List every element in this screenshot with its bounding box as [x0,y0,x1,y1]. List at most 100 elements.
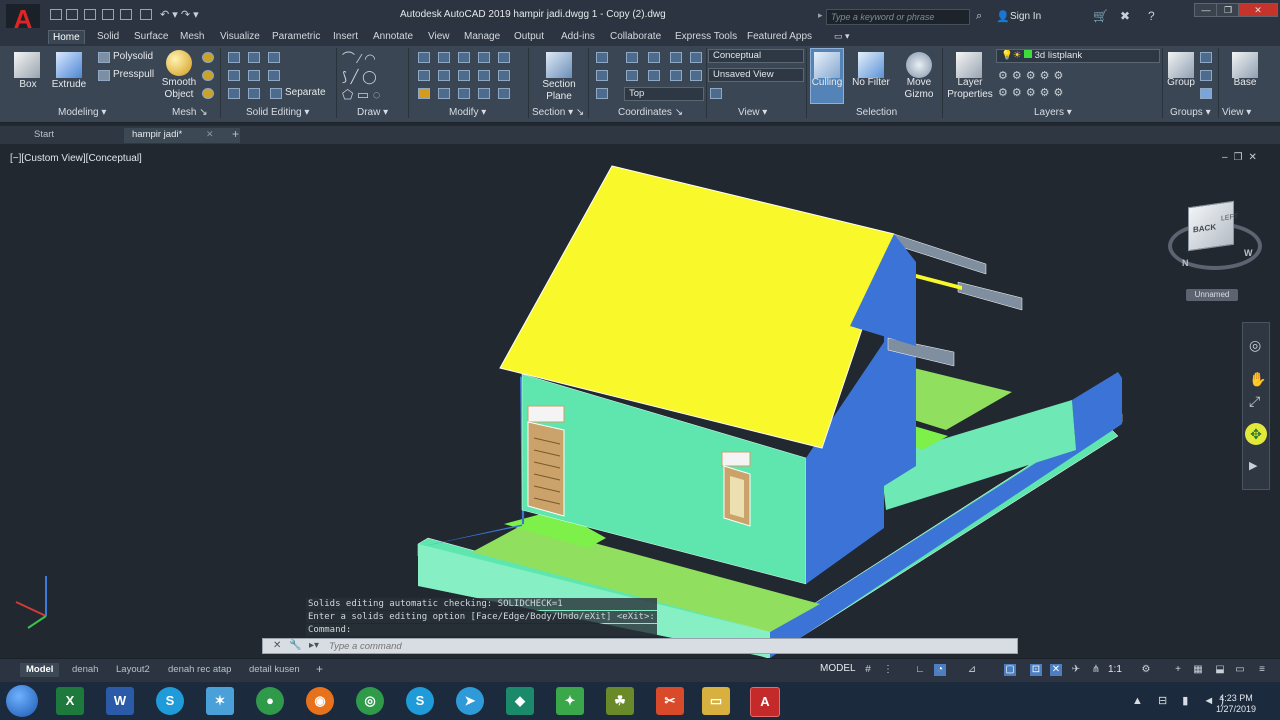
separate-button[interactable]: Separate [285,87,326,99]
customization-icon[interactable]: ≡ [1256,664,1268,676]
mirror-icon[interactable] [498,52,510,63]
scale-icon[interactable] [478,70,490,81]
maximize-button[interactable]: ❐ [1216,3,1240,17]
ucs-named-icon[interactable] [596,88,608,99]
tab-insert[interactable]: Insert [329,30,362,43]
panel-title-modify[interactable]: Modify ▾ [449,107,486,118]
word-icon[interactable]: W [106,687,134,715]
drawing-viewport[interactable]: [−][Custom View][Conceptual] –❐✕ BACK LE… [0,146,1280,658]
annotation-visibility-icon[interactable]: ✕ [1050,664,1062,676]
smooth-object-icon[interactable] [166,50,192,76]
house-3d-model[interactable] [0,146,1280,658]
move-gizmo-icon[interactable] [906,52,932,78]
tab-annotate[interactable]: Annotate [369,30,417,43]
copy-icon[interactable] [478,52,490,63]
tab-express-tools[interactable]: Express Tools [671,30,741,43]
system-clock[interactable]: 4:23 PM 1/27/2019 [1216,693,1256,715]
panel-title-draw[interactable]: Draw ▾ [357,107,388,118]
no-filter-icon[interactable] [858,52,884,78]
polysolid-icon[interactable] [98,52,110,63]
ucs-world-icon[interactable] [626,52,638,63]
auto-scale-icon[interactable]: ✈ [1070,664,1082,676]
tab-surface[interactable]: Surface [130,30,172,43]
command-input[interactable] [329,640,1009,652]
culling-icon[interactable] [814,52,840,78]
exchange-icon[interactable]: ✖ [1120,9,1130,23]
union-icon[interactable] [228,52,240,63]
app-icon[interactable]: ● [256,687,284,715]
tab-parametric[interactable]: Parametric [268,30,324,43]
layer-properties-button-label[interactable]: Layer Properties [944,77,996,101]
box-button-label[interactable]: Box [14,79,42,91]
isolate-icon[interactable]: ⬓ [1214,664,1226,676]
undo-icon[interactable]: ↶ ▾ ↷ ▾ [160,8,199,21]
otrack-icon[interactable]: ⊡ [1030,664,1042,676]
sign-in-button[interactable]: Sign In [1010,11,1041,22]
osnap-icon[interactable]: ▢ [1004,664,1016,676]
tab-view[interactable]: View [424,30,454,43]
stretch-icon[interactable] [458,70,470,81]
tab-home[interactable]: Home [48,30,85,44]
ucs-3point-icon[interactable] [690,52,702,63]
layer-select[interactable]: 💡☀ 3d listplank [996,49,1160,63]
customize-icon[interactable]: 🔧 [289,640,301,651]
separate-icon[interactable] [270,88,282,99]
tab-collaborate[interactable]: Collaborate [606,30,665,43]
panel-title-modeling[interactable]: Modeling ▾ [58,107,106,118]
no-filter-button-label[interactable]: No Filter [848,77,894,89]
layer-tools-group[interactable]: ⚙⚙⚙⚙⚙ ⚙⚙⚙⚙⚙ [998,68,1094,102]
panel-title-section[interactable]: Section ▾ ↘ [532,107,584,118]
telegram-icon[interactable]: ➤ [456,687,484,715]
new-file-icon[interactable] [50,9,62,20]
layout-tab-layout2[interactable]: Layout2 [110,663,156,677]
panel-title-layers[interactable]: Layers ▾ [1034,107,1072,118]
panel-title-mesh[interactable]: Mesh ↘ [172,107,208,118]
rotate-icon[interactable] [438,52,450,63]
close-window-button[interactable]: ✕ [1238,3,1278,17]
new-layout-icon[interactable]: + [316,662,323,676]
ribbon-minimize-icon[interactable]: ▭ ▾ [830,30,854,43]
polysolid-button[interactable]: Polysolid [113,51,153,63]
explode-icon[interactable] [438,70,450,81]
isodraft-icon[interactable]: ⊿ [966,664,978,676]
app-icon[interactable]: ✂ [656,687,684,715]
align-icon[interactable] [498,88,510,99]
extrude-button-label[interactable]: Extrude [50,79,88,91]
workspace-gear-icon[interactable]: ⚙ [1140,664,1152,676]
tab-featured-apps[interactable]: Featured Apps [743,30,816,43]
panel-title-view[interactable]: View ▾ [738,107,767,118]
array-icon[interactable] [498,70,510,81]
showmotion-icon[interactable]: ▶ [1249,459,1257,472]
layout-tab-model[interactable]: Model [20,663,60,677]
help-search-input[interactable]: Type a keyword or phrase [826,9,970,25]
box-icon[interactable] [14,52,40,78]
file-tab-start[interactable]: Start [26,128,62,143]
units-icon[interactable]: ▦ [1192,664,1204,676]
ucs-face-icon[interactable] [596,70,608,81]
firefox-icon[interactable]: ◉ [306,687,334,715]
ucs-menu-button[interactable]: Unnamed [1186,289,1238,301]
section-plane-button-label[interactable]: Section Plane [536,79,582,103]
pen-icon[interactable] [418,88,430,99]
mesh-tool-icon[interactable] [202,88,214,99]
annotation-icon[interactable]: ⋔ [1090,664,1102,676]
erase-icon[interactable] [438,88,450,99]
plot-icon[interactable] [140,9,152,20]
file-tab-hampir-jadi[interactable]: hampir jadi* [124,128,240,143]
section-plane-icon[interactable] [546,52,572,78]
slice-icon[interactable] [228,70,240,81]
panel-title-coordinates[interactable]: Coordinates ↘ [618,107,683,118]
intersect-icon[interactable] [268,52,280,63]
group-edit-icon[interactable] [1200,70,1212,81]
base-button-label[interactable]: Base [1228,77,1262,89]
tab-manage[interactable]: Manage [460,30,504,43]
annotation-scale-select[interactable]: 1:1 [1108,664,1122,675]
panel-title-solid-editing[interactable]: Solid Editing ▾ [246,107,309,118]
viewport-config-icon[interactable] [710,88,722,99]
panel-title-view-base[interactable]: View ▾ [1222,107,1251,118]
tab-visualize[interactable]: Visualize [216,30,264,43]
imprint-icon[interactable] [248,88,260,99]
panel-title-selection[interactable]: Selection [856,107,897,118]
tab-add-ins[interactable]: Add-ins [557,30,599,43]
culling-label[interactable]: Culling [808,77,846,89]
